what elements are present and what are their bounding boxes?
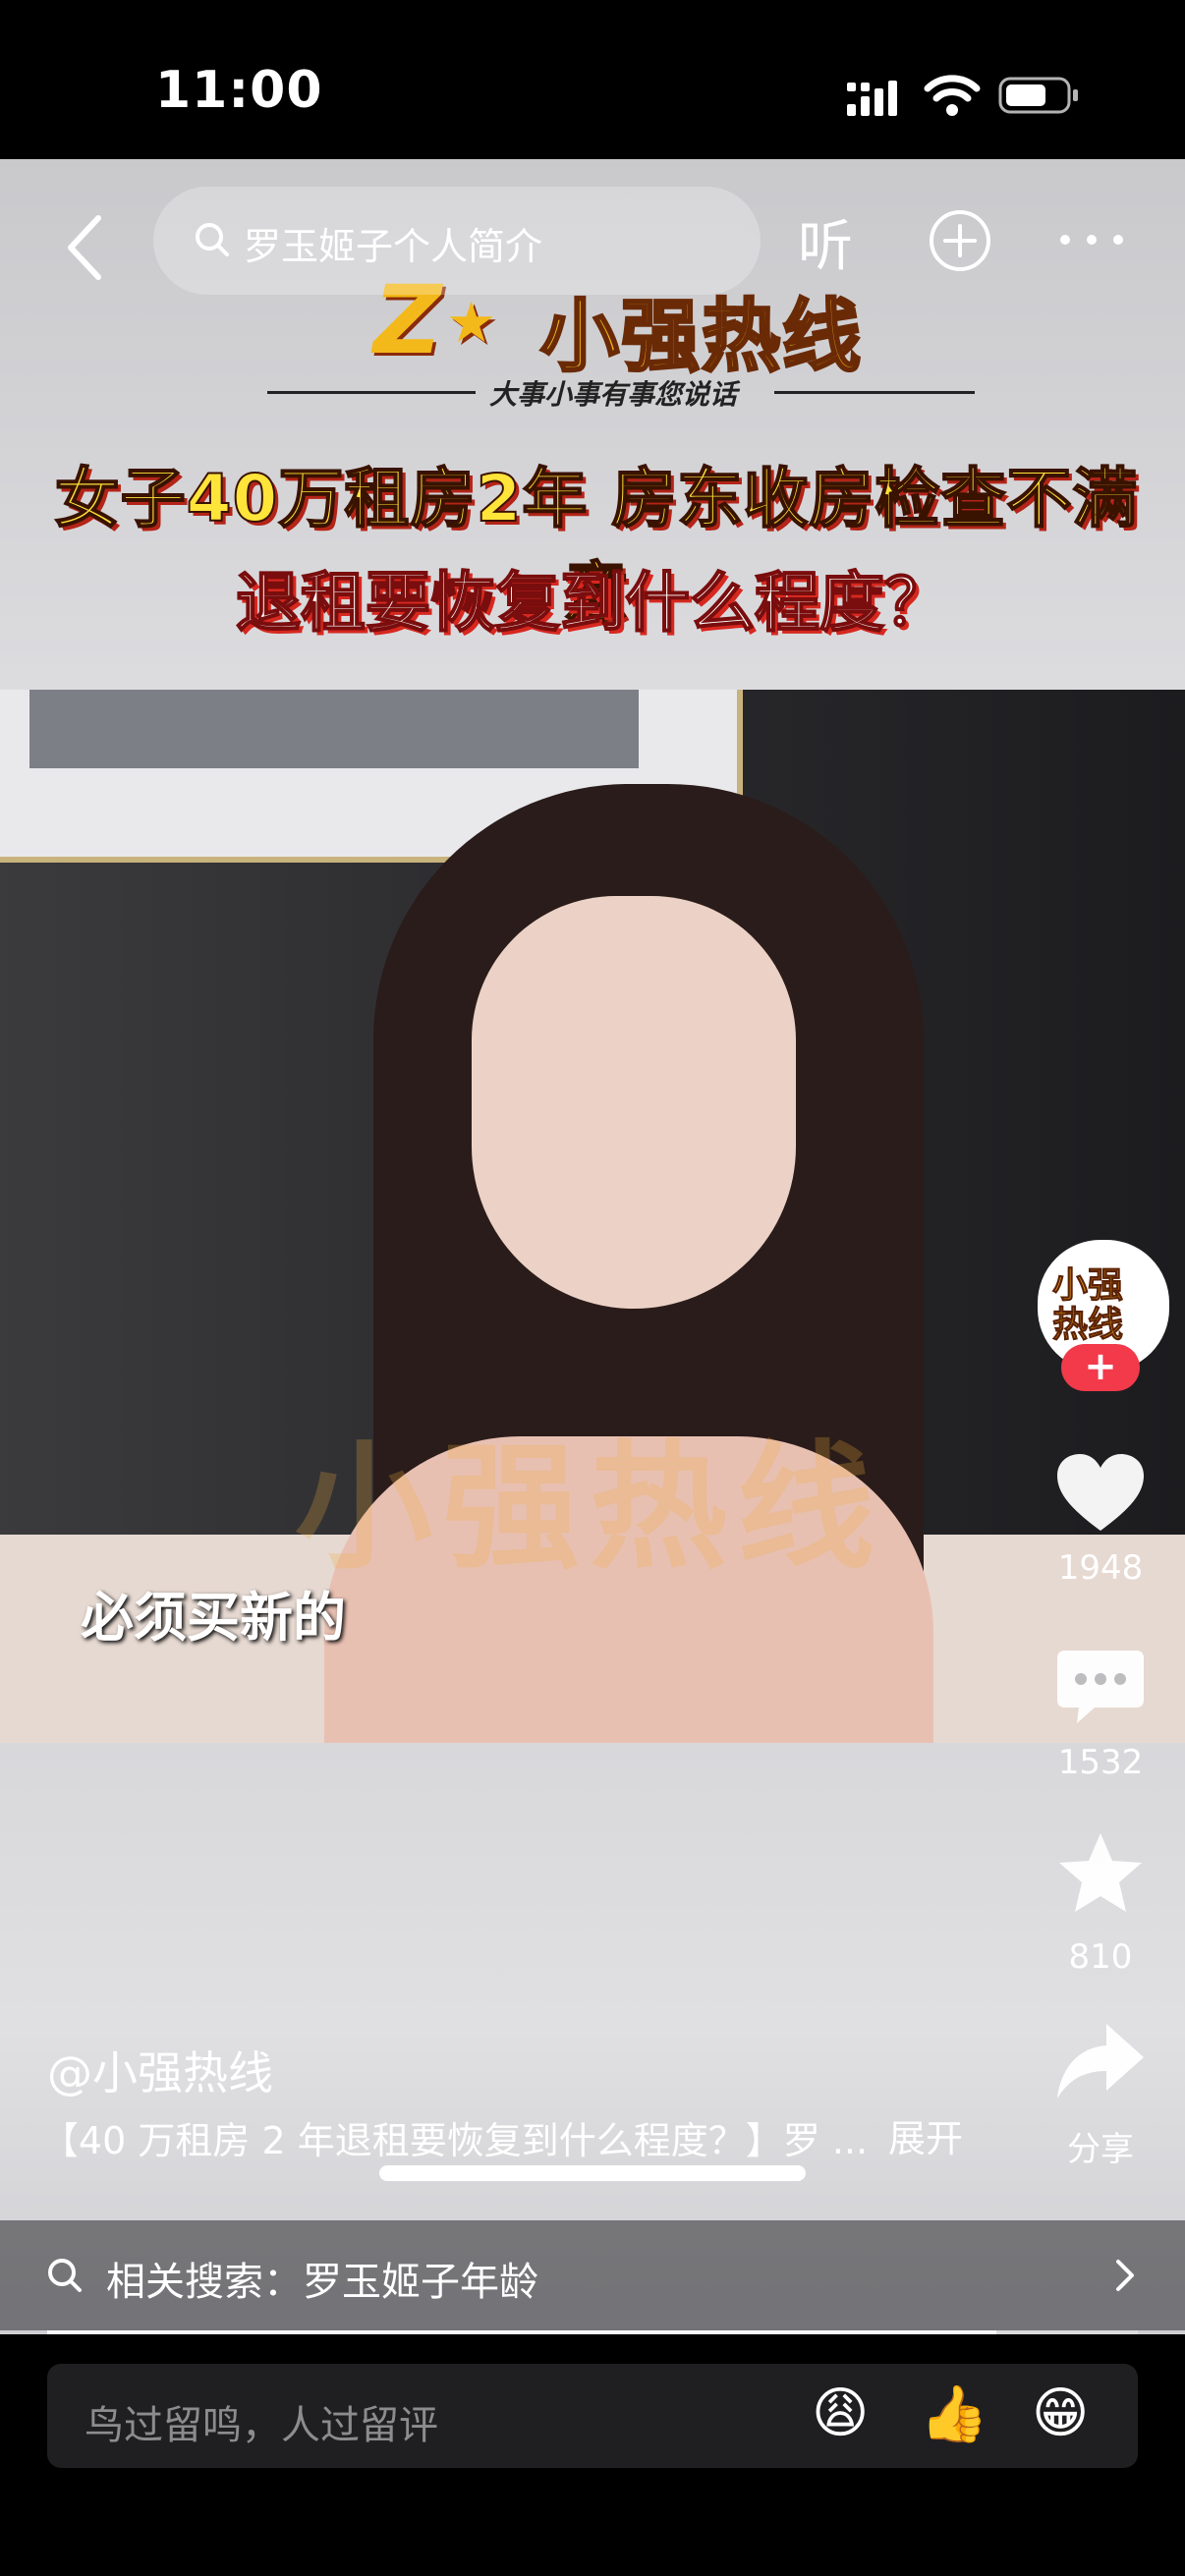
emoji-pleading[interactable]: 😩: [812, 2381, 869, 2445]
listen-button[interactable]: 听: [798, 202, 853, 282]
related-search-bar[interactable]: 相关搜索：罗玉姬子年龄: [0, 2220, 1185, 2330]
expand-button[interactable]: 展开: [888, 2108, 963, 2162]
comment-count: 1532: [1057, 1743, 1144, 1782]
picture-art: [29, 690, 639, 768]
avatar-logo-text: 小强热线: [1052, 1265, 1124, 1345]
headline-line-2: 退租要恢复到什么程度？: [235, 564, 950, 642]
chevron-right-icon: [1116, 2260, 1134, 2291]
home-indicator[interactable]: [379, 2165, 806, 2181]
cellular-signal-icon: [847, 81, 897, 116]
video-description[interactable]: 【40 万租房 2 年退租要恢复到什么程度？】罗 ...: [41, 2110, 886, 2164]
search-query: 罗玉姬子个人简介: [244, 225, 543, 268]
comment-bar: 鸟过留鸣，人过留评 😩 👍 😁: [0, 2334, 1185, 2576]
search-icon: [48, 2259, 82, 2292]
share-label[interactable]: 分享: [1032, 2122, 1169, 2170]
more-dots-icon[interactable]: [1057, 230, 1126, 250]
status-bar: 11:00: [0, 0, 1185, 159]
comment-placeholder: 鸟过留鸣，人过留评: [85, 2403, 438, 2448]
emoji-grin[interactable]: 😁: [1032, 2381, 1089, 2445]
video-frame: 小强热线 必须买新的: [0, 690, 1185, 1743]
share-arrow-icon[interactable]: [1051, 2018, 1150, 2106]
wifi-icon: [924, 75, 981, 116]
plus-icon: +: [1084, 1344, 1117, 1389]
author-name[interactable]: @小强热线: [47, 2038, 273, 2102]
add-circle-icon[interactable]: [928, 208, 992, 273]
emoji-thumbs-up[interactable]: 👍: [920, 2381, 988, 2446]
divider: [774, 391, 975, 394]
heart-icon[interactable]: [1051, 1448, 1150, 1537]
logo-tagline: 大事小事有事您说话: [489, 378, 738, 411]
divider: [267, 391, 476, 394]
like-count: 1948: [1057, 1548, 1144, 1588]
comment-input[interactable]: 鸟过留鸣，人过留评 😩 👍 😁: [47, 2364, 1138, 2468]
battery-icon: [998, 77, 1078, 114]
person-face: [472, 896, 796, 1309]
comment-bubble-icon[interactable]: [1051, 1643, 1150, 1731]
search-bar[interactable]: 罗玉姬子个人简介: [153, 187, 761, 295]
video-subtitle: 必须买新的: [81, 1587, 346, 1649]
related-search-text: 相关搜索：罗玉姬子年龄: [106, 2260, 538, 2305]
video-watermark: 小强热线: [295, 1428, 885, 1589]
status-time: 11:00: [155, 61, 323, 120]
back-arrow-icon[interactable]: [55, 208, 114, 287]
star-icon[interactable]: [1051, 1829, 1150, 1918]
favorite-count: 810: [1068, 1937, 1133, 1977]
follow-button[interactable]: +: [1061, 1344, 1140, 1391]
search-icon: [196, 223, 229, 256]
video-player[interactable]: Z⋆ 小强热线 大事小事有事您说话 女子40万租房2年 房东收房检查不满意 退租…: [0, 159, 1185, 2334]
